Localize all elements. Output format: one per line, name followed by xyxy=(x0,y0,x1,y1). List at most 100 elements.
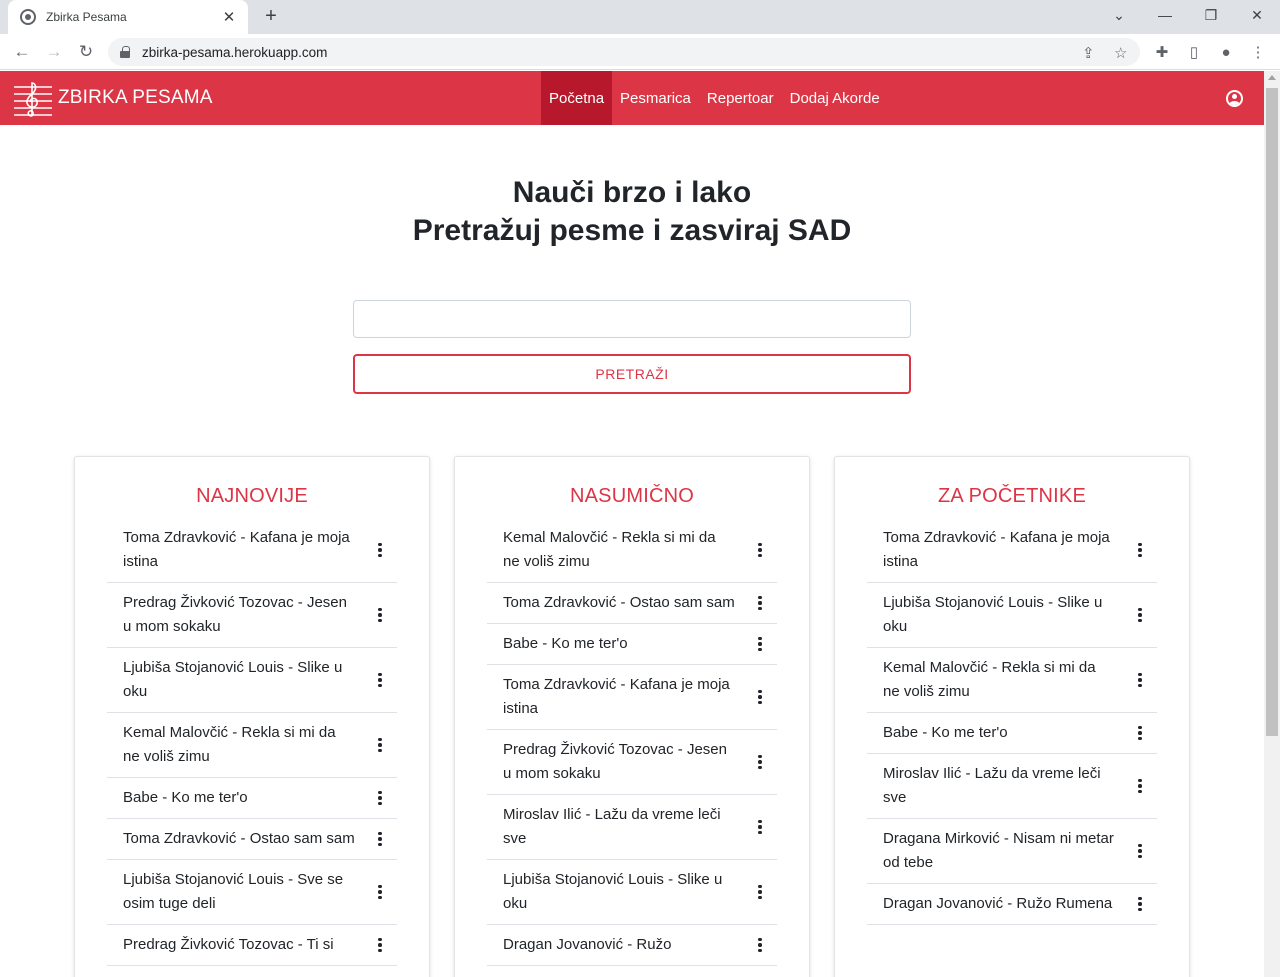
song-list-item[interactable]: Ljubiša Stojanović Louis - Sve se osim t… xyxy=(107,860,397,925)
song-title[interactable]: Ljubiša Stojanović Louis - Slike u oku xyxy=(123,656,363,704)
brand[interactable]: ZBIRKA PESAMA xyxy=(12,79,213,117)
profile-icon[interactable]: ● xyxy=(1216,42,1236,62)
song-list-item[interactable]: Dragana Mirković - Nisam ni metar od teb… xyxy=(867,819,1157,884)
song-title[interactable]: Dragan Jovanović - Ružo xyxy=(503,933,743,957)
song-title[interactable]: Predrag Živković Tozovac - Ti si xyxy=(123,933,363,957)
back-arrow-icon[interactable]: ← xyxy=(10,40,34,64)
new-tab-button[interactable]: + xyxy=(259,5,283,29)
search-input[interactable] xyxy=(353,300,911,338)
more-options-icon[interactable] xyxy=(743,595,777,611)
song-title[interactable]: Babe - Ko me ter'o xyxy=(503,632,743,656)
song-title[interactable]: Predrag Živković Tozovac - Jesen u mom s… xyxy=(123,591,363,639)
more-options-icon[interactable] xyxy=(1123,607,1157,623)
song-title[interactable]: Ljubiša Stojanović Louis - Sve se osim t… xyxy=(123,868,363,916)
nav-link-1[interactable]: Pesmarica xyxy=(612,71,699,125)
song-list-item[interactable]: Babe - Ko me ter'o xyxy=(867,713,1157,754)
more-options-icon[interactable] xyxy=(1123,896,1157,912)
reload-icon[interactable]: ↻ xyxy=(74,40,98,64)
song-list-item[interactable]: Ljubiša Stojanović Louis - Slike u oku xyxy=(867,583,1157,648)
song-title[interactable]: Ljubiša Stojanović Louis - Slike u oku xyxy=(503,868,743,916)
more-options-icon[interactable] xyxy=(1123,725,1157,741)
scrollbar-thumb[interactable] xyxy=(1266,88,1278,736)
song-list-item[interactable]: Predrag Živković Tozovac - Jesen u mom s… xyxy=(107,583,397,648)
bookmark-star-icon[interactable]: ☆ xyxy=(1114,44,1127,62)
song-list-item[interactable]: Toma Zdravković - Kafana je moja istina xyxy=(107,518,397,583)
song-list-item[interactable]: Dragan Jovanović - Ružo xyxy=(487,925,777,966)
restore-button[interactable]: ❐ xyxy=(1188,0,1234,30)
more-options-icon[interactable] xyxy=(363,884,397,900)
song-title[interactable]: Toma Zdravković - Kafana je moja istina xyxy=(883,526,1123,574)
more-options-icon[interactable] xyxy=(1123,778,1157,794)
song-title[interactable]: Toma Zdravković - Ostao sam sam xyxy=(123,827,363,851)
menu-kebab-icon[interactable]: ⋮ xyxy=(1248,42,1268,62)
song-list-item[interactable]: Kemal Malovčić - Rekla si mi da ne voliš… xyxy=(867,648,1157,713)
song-title[interactable]: Kemal Malovčić - Rekla si mi da ne voliš… xyxy=(503,526,743,574)
song-cards: NAJNOVIJE Toma Zdravković - Kafana je moj… xyxy=(74,456,1190,977)
more-options-icon[interactable] xyxy=(363,831,397,847)
song-list-item[interactable]: Predrag Živković Tozovac - Jesen u mom s… xyxy=(487,730,777,795)
song-list-item[interactable]: Ljubiša Stojanović Louis - Slike u oku xyxy=(487,860,777,925)
more-options-icon[interactable] xyxy=(1123,542,1157,558)
song-title[interactable]: Predrag Živković Tozovac - Jesen u mom s… xyxy=(503,738,743,786)
song-title[interactable]: Toma Zdravković - Ostao sam sam xyxy=(503,591,743,615)
song-title[interactable]: Dragana Mirković - Nisam ni metar od teb… xyxy=(883,827,1123,875)
tab-search-icon[interactable]: ⌄ xyxy=(1096,0,1142,30)
song-title[interactable]: Dragan Jovanović - Ružo Rumena xyxy=(883,892,1123,916)
song-list-item[interactable]: Toma Zdravković - Ostao sam sam xyxy=(487,583,777,624)
nav-link-3[interactable]: Dodaj Akorde xyxy=(782,71,888,125)
song-list-item[interactable]: Toma Zdravković - Ostao sam sam xyxy=(107,819,397,860)
song-title[interactable]: Miroslav Ilić - Lažu da vreme leči sve xyxy=(883,762,1123,810)
nav-link-0[interactable]: Početna xyxy=(541,71,613,125)
more-options-icon[interactable] xyxy=(743,636,777,652)
minimize-button[interactable]: — xyxy=(1142,0,1188,30)
more-options-icon[interactable] xyxy=(363,607,397,623)
nav-link-2[interactable]: Repertoar xyxy=(699,71,782,125)
more-options-icon[interactable] xyxy=(743,937,777,953)
address-bar[interactable]: zbirka-pesama.herokuapp.com ⇪ ☆ xyxy=(108,38,1140,66)
more-options-icon[interactable] xyxy=(743,542,777,558)
song-list-item[interactable]: Kemal Malovčić - Rekla si mi da ne voliš… xyxy=(107,713,397,778)
more-options-icon[interactable] xyxy=(363,672,397,688)
scroll-up-arrow-icon[interactable] xyxy=(1268,75,1276,80)
more-options-icon[interactable] xyxy=(363,737,397,753)
song-title[interactable]: Miroslav Ilić - Lažu da vreme leči sve xyxy=(503,803,743,851)
share-icon[interactable]: ⇪ xyxy=(1082,44,1095,62)
song-title[interactable]: Ljubiša Stojanović Louis - Slike u oku xyxy=(883,591,1123,639)
search-button[interactable]: PRETRAŽI xyxy=(353,354,911,394)
song-list-item[interactable]: Kemal Malovčić - Rekla si mi da ne voliš… xyxy=(487,518,777,583)
song-title[interactable]: Kemal Malovčić - Rekla si mi da ne voliš… xyxy=(123,721,363,769)
song-list-item[interactable]: Miroslav Ilić - Lažu da vreme leči sve xyxy=(487,795,777,860)
more-options-icon[interactable] xyxy=(363,790,397,806)
extensions-icon[interactable]: ✚ xyxy=(1152,42,1172,62)
song-title[interactable]: Kemal Malovčić - Rekla si mi da ne voliš… xyxy=(883,656,1123,704)
song-list-item[interactable]: Babe - Ko me ter'o xyxy=(107,778,397,819)
song-list-item[interactable]: Dragan Jovanović - Ružo Rumena xyxy=(867,884,1157,925)
song-list-item[interactable]: Miroslav Ilić - Lažu da vreme leči sve xyxy=(867,754,1157,819)
song-list-item[interactable]: Toma Zdravković - Kafana je moja istina xyxy=(867,518,1157,583)
more-options-icon[interactable] xyxy=(1123,672,1157,688)
song-list-item[interactable]: Babe - Ko me ter'o xyxy=(487,624,777,665)
more-options-icon[interactable] xyxy=(363,542,397,558)
more-options-icon[interactable] xyxy=(743,689,777,705)
song-title[interactable]: Toma Zdravković - Kafana je moja istina xyxy=(123,526,363,574)
more-options-icon[interactable] xyxy=(743,884,777,900)
song-title[interactable]: Babe - Ko me ter'o xyxy=(883,721,1123,745)
more-options-icon[interactable] xyxy=(743,819,777,835)
side-panel-icon[interactable]: ▯ xyxy=(1184,42,1204,62)
song-list-item[interactable]: Predrag Živković Tozovac - Ti si xyxy=(107,925,397,966)
site-navbar: ZBIRKA PESAMA Početna Pesmarica Repertoar D… xyxy=(0,71,1264,125)
browser-tab[interactable]: Zbirka Pesama ✕ xyxy=(8,0,248,34)
song-list-item[interactable]: Ljubiša Stojanović Louis - Slike u oku xyxy=(107,648,397,713)
song-title[interactable]: Toma Zdravković - Kafana je moja istina xyxy=(503,673,743,721)
close-tab-icon[interactable]: ✕ xyxy=(220,8,238,26)
forward-arrow-icon[interactable]: → xyxy=(42,40,66,64)
user-account-icon[interactable] xyxy=(1226,90,1243,107)
more-options-icon[interactable] xyxy=(743,754,777,770)
hero-title-line1: Nauči brzo i lako xyxy=(512,176,752,209)
page-scrollbar[interactable] xyxy=(1264,71,1280,977)
more-options-icon[interactable] xyxy=(363,937,397,953)
more-options-icon[interactable] xyxy=(1123,843,1157,859)
song-list-item[interactable]: Toma Zdravković - Kafana je moja istina xyxy=(487,665,777,730)
close-window-button[interactable]: ✕ xyxy=(1234,0,1280,30)
song-title[interactable]: Babe - Ko me ter'o xyxy=(123,786,363,810)
